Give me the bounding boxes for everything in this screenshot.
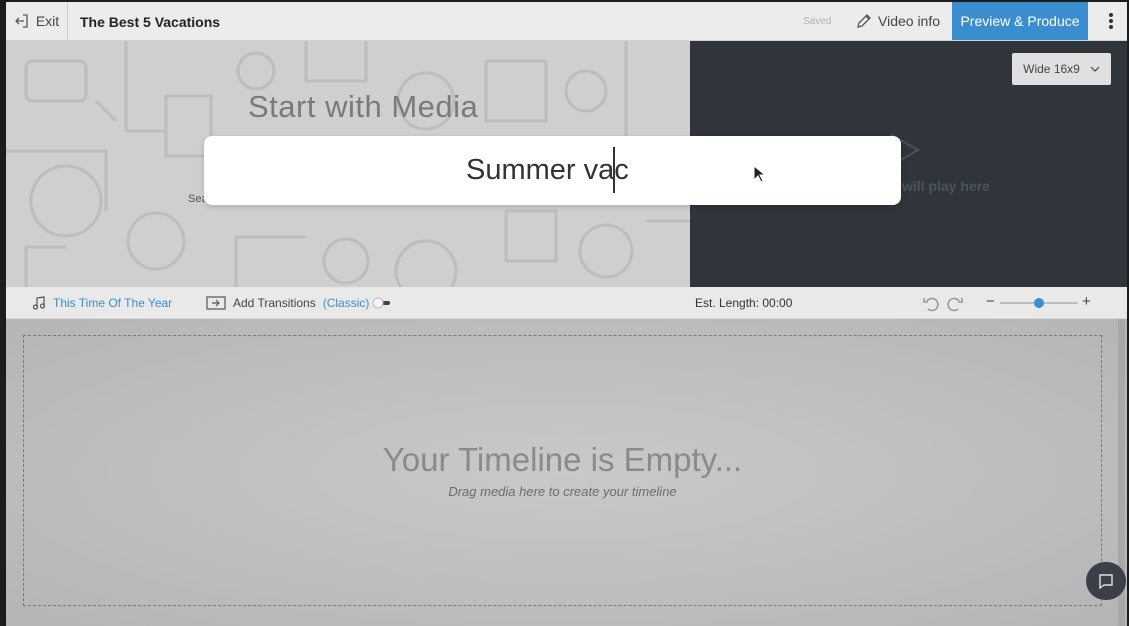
start-with-media-heading: Start with Media <box>248 89 479 124</box>
search-input-value[interactable]: Summer vac <box>466 152 629 188</box>
estimated-length: Est. Length: 00:00 <box>695 296 793 310</box>
timeline-drop-zone[interactable]: Your Timeline is Empty... Drag media her… <box>23 335 1102 606</box>
top-bar: Exit The Best 5 Vacations Saved Video in… <box>6 2 1127 41</box>
exit-label: Exit <box>35 13 60 29</box>
transitions-mode-link[interactable]: (Classic) <box>323 296 370 310</box>
chevron-down-icon <box>1090 66 1100 72</box>
aspect-ratio-dropdown[interactable]: Wide 16x9 <box>1012 53 1111 85</box>
add-transitions: Add Transitions (Classic) <box>206 288 369 318</box>
music-track-button[interactable]: This Time Of The Year <box>32 288 172 318</box>
transitions-label: Add Transitions <box>233 296 316 310</box>
zoom-out-button[interactable]: − <box>986 293 995 310</box>
timeline-toolbar: This Time Of The Year Add Transitions (C… <box>6 288 1127 319</box>
transitions-icon <box>206 296 226 310</box>
kebab-icon <box>1108 13 1113 29</box>
more-options-button[interactable] <box>1094 2 1127 40</box>
video-info-label: Video info <box>878 13 941 29</box>
aspect-ratio-value: Wide 16x9 <box>1023 62 1080 76</box>
zoom-in-button[interactable]: + <box>1082 293 1091 310</box>
timeline-empty-title: Your Timeline is Empty... <box>382 441 743 478</box>
timeline-empty-subtitle: Drag media here to create your timeline <box>448 484 677 499</box>
music-note-icon <box>32 296 46 310</box>
exit-button[interactable]: Exit <box>6 2 68 40</box>
mouse-pointer-icon <box>753 165 765 183</box>
zoom-slider[interactable] <box>1000 298 1078 308</box>
exit-icon <box>14 14 28 28</box>
chat-support-button[interactable] <box>1086 562 1126 600</box>
chat-icon <box>1099 574 1113 589</box>
saved-status: Saved <box>803 16 832 27</box>
text-caret <box>613 147 615 193</box>
media-search-box[interactable]: Summer vac <box>204 136 901 205</box>
preview-produce-button[interactable]: Preview & Produce <box>952 2 1088 40</box>
pencil-icon <box>857 14 871 28</box>
zoom-slider-handle[interactable] <box>1034 298 1044 308</box>
undo-icon[interactable] <box>922 294 940 312</box>
timeline-area[interactable]: Your Timeline is Empty... Drag media her… <box>6 319 1127 626</box>
music-track-title: This Time Of The Year <box>53 296 173 310</box>
project-title[interactable]: The Best 5 Vacations <box>80 2 220 40</box>
player-placeholder-text: will play here <box>902 178 990 194</box>
redo-icon[interactable] <box>946 294 964 312</box>
transitions-toggle[interactable] <box>372 297 392 309</box>
app-window: Exit The Best 5 Vacations Saved Video in… <box>6 2 1127 626</box>
video-info-button[interactable]: Video info <box>856 2 940 40</box>
